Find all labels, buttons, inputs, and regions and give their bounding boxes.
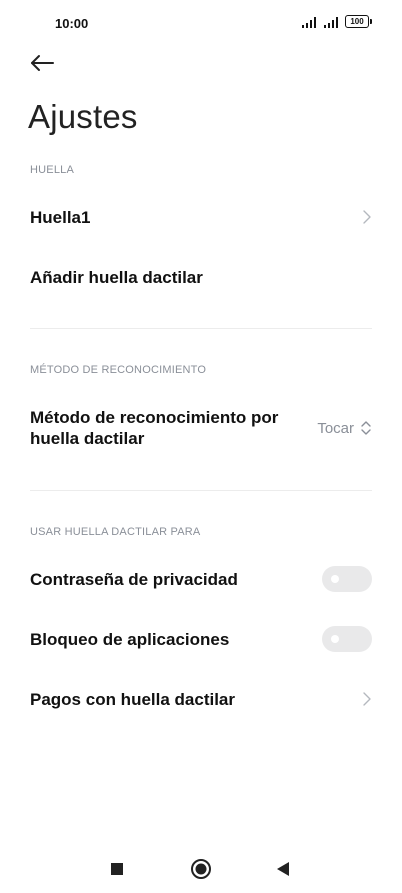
divider [30,490,372,491]
section-label-usar: USAR HUELLA DACTILAR PARA [30,526,201,538]
section-label-metodo: MÉTODO DE RECONOCIMIENTO [30,364,207,376]
list-item-fingerprint-payments[interactable]: Pagos con huella dactilar [30,686,372,712]
status-bar: 10:00 100 [0,0,402,44]
list-item-label: Contraseña de privacidad [30,569,238,589]
method-selector[interactable]: Tocar [317,419,372,437]
back-arrow-icon[interactable] [28,50,56,76]
list-item-label: Huella1 [30,207,91,227]
circle-icon[interactable] [190,858,212,880]
battery-tip [370,19,372,24]
navigation-bar [0,845,402,893]
divider [30,328,372,329]
status-time: 10:00 [55,16,89,31]
triangle-left-icon[interactable] [276,861,290,877]
battery-icon: 100 [345,15,369,28]
toggle-knob [331,575,339,583]
method-value: Tocar [317,419,354,437]
list-item-add-fingerprint[interactable]: Añadir huella dactilar [30,264,372,290]
signal-icon [302,16,316,28]
chevron-updown-icon [361,421,371,435]
list-item-app-lock: Bloqueo de aplicaciones [30,626,372,652]
page-title: Ajustes [28,98,138,135]
list-item-huella1[interactable]: Huella1 [30,204,372,230]
square-icon[interactable] [110,862,124,876]
list-item-recognition-method[interactable]: Método de reconocimiento por huella dact… [30,406,372,450]
toggle-app-lock[interactable] [322,626,372,652]
list-item-label: Añadir huella dactilar [30,267,203,287]
section-label-huella: HUELLA [30,164,74,176]
status-icons: 100 [301,15,372,28]
signal-icon-2 [324,16,338,28]
list-item-label: Bloqueo de aplicaciones [30,629,230,649]
toggle-privacy-password[interactable] [322,566,372,592]
chevron-right-icon [363,210,371,224]
toggle-knob [331,635,339,643]
list-item-privacy-password: Contraseña de privacidad [30,566,372,592]
list-item-label: Método de reconocimiento por huella dact… [30,408,279,448]
battery-level: 100 [350,16,364,26]
list-item-label: Pagos con huella dactilar [30,689,236,709]
chevron-right-icon [363,692,371,706]
